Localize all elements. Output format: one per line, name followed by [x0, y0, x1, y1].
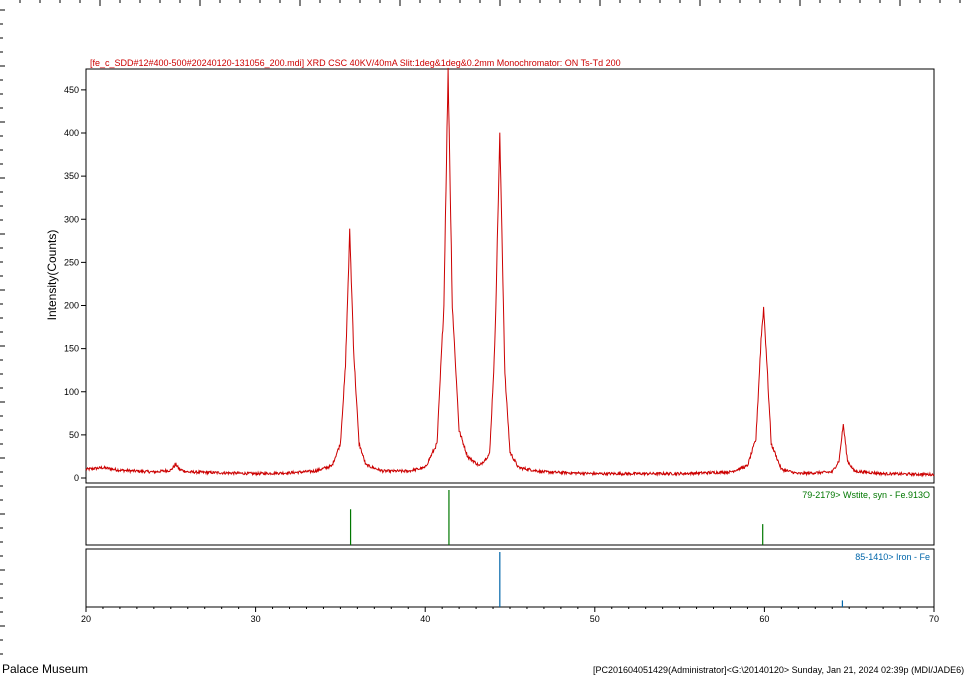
y-axis: 0 50 100 150 200 250 300 350 400 450	[64, 85, 86, 483]
x-tick-label: 20	[81, 614, 91, 624]
y-tick-label: 0	[74, 473, 79, 483]
x-tick-label: 60	[759, 614, 769, 624]
y-tick-label: 300	[64, 214, 79, 224]
xrd-chart: [fe_c_SDD#12#400-500#20240120-131056_200…	[0, 0, 961, 655]
footer-left-text: Palace Museum	[2, 662, 89, 676]
chart-title: [fe_c_SDD#12#400-500#20240120-131056_200…	[90, 58, 621, 68]
x-tick-label: 40	[420, 614, 430, 624]
iron-reference-panel	[85, 548, 935, 608]
y-tick-label: 150	[64, 344, 79, 354]
x-tick-label: 70	[929, 614, 939, 624]
y-tick-label: 450	[64, 85, 79, 95]
x-tick-label: 30	[251, 614, 261, 624]
left-ruler	[0, 9, 5, 655]
top-ruler	[19, 0, 961, 6]
y-axis-label: Intensity(Counts)	[45, 230, 59, 321]
x-tick-label: 50	[590, 614, 600, 624]
y-tick-label: 250	[64, 257, 79, 267]
main-plot-frame	[85, 68, 935, 484]
y-tick-label: 350	[64, 171, 79, 181]
y-tick-label: 100	[64, 387, 79, 397]
x-axis: 20 30 40 50 60 70	[81, 607, 939, 624]
xrd-pattern-line	[85, 67, 935, 478]
wustite-reference-label: 79-2179> Wstite, syn - Fe.913O	[802, 490, 930, 500]
footer-right-text: [PC201604051429(Administrator]<G:\201401…	[593, 665, 965, 675]
y-tick-label: 400	[64, 128, 79, 138]
y-tick-label: 200	[64, 301, 79, 311]
iron-reference-label: 85-1410> Iron - Fe	[855, 552, 930, 562]
y-tick-label: 50	[69, 430, 79, 440]
